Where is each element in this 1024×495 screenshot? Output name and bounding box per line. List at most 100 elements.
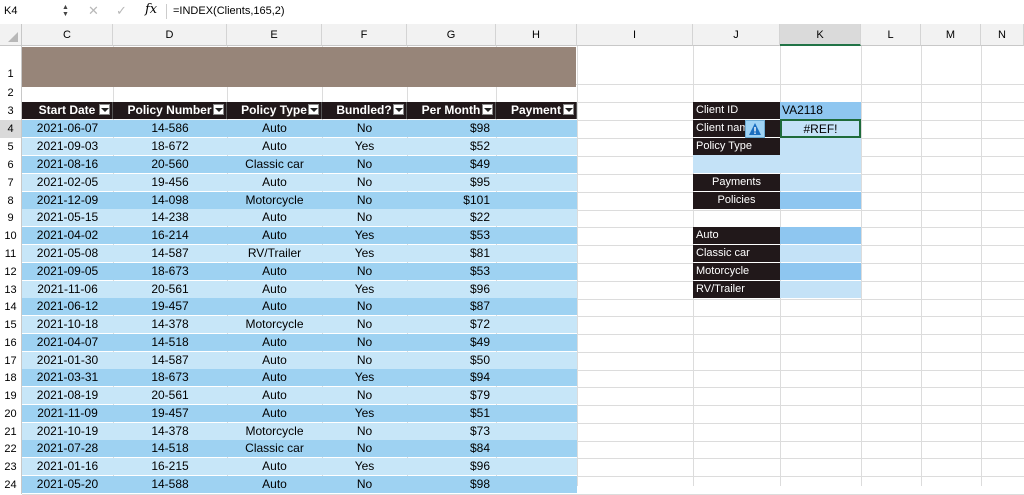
policy-number-cell[interactable]: 14-587: [113, 352, 227, 369]
header-per-month[interactable]: Per Month: [407, 102, 496, 119]
enter-icon[interactable]: ✓: [116, 3, 127, 19]
column-header-j[interactable]: J: [693, 24, 780, 46]
policy-type-cell[interactable]: Auto: [227, 458, 322, 475]
policy-number-cell[interactable]: 18-672: [113, 138, 227, 155]
bundled-cell[interactable]: Yes: [322, 369, 407, 386]
bundled-cell[interactable]: Yes: [322, 138, 407, 155]
filter-dropdown-icon[interactable]: [99, 104, 110, 115]
formula-input[interactable]: =INDEX(Clients,165,2): [173, 3, 285, 19]
row-header-18[interactable]: 18: [0, 369, 22, 387]
column-header-l[interactable]: L: [861, 24, 921, 46]
error-warning-icon[interactable]: [745, 120, 765, 138]
policy-type-cell[interactable]: Auto: [227, 352, 322, 369]
payment-cell[interactable]: [496, 209, 577, 226]
policy-number-cell[interactable]: 19-457: [113, 405, 227, 422]
policy-number-cell[interactable]: 19-456: [113, 174, 227, 191]
filter-dropdown-icon[interactable]: [213, 104, 224, 115]
policy-type-cell[interactable]: RV/Trailer: [227, 245, 322, 262]
column-header-f[interactable]: F: [322, 24, 407, 46]
type-rv-trailer-value[interactable]: [780, 281, 861, 298]
bundled-cell[interactable]: Yes: [322, 227, 407, 244]
policy-type-cell[interactable]: Classic car: [227, 156, 322, 173]
row-header-16[interactable]: 16: [0, 334, 22, 352]
client-id-input[interactable]: VA2118: [780, 102, 861, 119]
row-header-1[interactable]: 1: [0, 46, 22, 84]
payment-cell[interactable]: [496, 334, 577, 351]
payment-cell[interactable]: [496, 192, 577, 209]
per-month-cell[interactable]: $95: [407, 174, 496, 191]
per-month-cell[interactable]: $53: [407, 227, 496, 244]
start-date-cell[interactable]: 2021-11-09: [22, 405, 113, 422]
per-month-cell[interactable]: $79: [407, 387, 496, 404]
policy-type-cell[interactable]: Motorcycle: [227, 423, 322, 440]
payment-cell[interactable]: [496, 352, 577, 369]
per-month-cell[interactable]: $101: [407, 192, 496, 209]
per-month-cell[interactable]: $72: [407, 316, 496, 333]
per-month-cell[interactable]: $49: [407, 156, 496, 173]
policy-type-cell[interactable]: Auto: [227, 263, 322, 280]
start-date-cell[interactable]: 2021-09-03: [22, 138, 113, 155]
policy-type-cell[interactable]: Motorcycle: [227, 192, 322, 209]
policy-type-cell[interactable]: Auto: [227, 298, 322, 315]
row-header-24[interactable]: 24: [0, 476, 22, 494]
header-policy-type[interactable]: Policy Type: [227, 102, 322, 119]
column-header-h[interactable]: H: [496, 24, 577, 46]
bundled-cell[interactable]: No: [322, 476, 407, 493]
filter-dropdown-icon[interactable]: [563, 104, 574, 115]
name-box[interactable]: K4: [4, 3, 60, 19]
insert-function-icon[interactable]: fx: [145, 2, 157, 18]
payment-cell[interactable]: [496, 458, 577, 475]
start-date-cell[interactable]: 2021-08-19: [22, 387, 113, 404]
row-header-6[interactable]: 6: [0, 156, 22, 174]
per-month-cell[interactable]: $53: [407, 263, 496, 280]
per-month-cell[interactable]: $49: [407, 334, 496, 351]
bundled-cell[interactable]: No: [322, 209, 407, 226]
per-month-cell[interactable]: $84: [407, 440, 496, 457]
policy-number-cell[interactable]: 19-457: [113, 298, 227, 315]
policy-number-cell[interactable]: 20-561: [113, 281, 227, 298]
row-header-22[interactable]: 22: [0, 440, 22, 458]
payment-cell[interactable]: [496, 227, 577, 244]
client-name-value[interactable]: #REF!: [780, 119, 861, 138]
column-header-k[interactable]: K: [780, 24, 861, 46]
payment-cell[interactable]: [496, 120, 577, 137]
start-date-cell[interactable]: 2021-11-06: [22, 281, 113, 298]
row-header-11[interactable]: 11: [0, 245, 22, 263]
start-date-cell[interactable]: 2021-05-15: [22, 209, 113, 226]
start-date-cell[interactable]: 2021-10-18: [22, 316, 113, 333]
start-date-cell[interactable]: 2021-07-28: [22, 440, 113, 457]
bundled-cell[interactable]: No: [322, 120, 407, 137]
payment-cell[interactable]: [496, 263, 577, 280]
policy-number-cell[interactable]: 14-518: [113, 440, 227, 457]
bundled-cell[interactable]: No: [322, 298, 407, 315]
policy-type-cell[interactable]: Auto: [227, 281, 322, 298]
row-header-3[interactable]: 3: [0, 102, 22, 120]
per-month-cell[interactable]: $98: [407, 476, 496, 493]
bundled-cell[interactable]: No: [322, 334, 407, 351]
per-month-cell[interactable]: $52: [407, 138, 496, 155]
payment-cell[interactable]: [496, 405, 577, 422]
name-box-arrows-icon[interactable]: ▲ ▼: [62, 4, 69, 18]
policy-number-cell[interactable]: 14-238: [113, 209, 227, 226]
per-month-cell[interactable]: $98: [407, 120, 496, 137]
row-header-10[interactable]: 10: [0, 227, 22, 245]
policy-number-cell[interactable]: 18-673: [113, 263, 227, 280]
payments-value[interactable]: [780, 174, 861, 191]
filter-dropdown-icon[interactable]: [308, 104, 319, 115]
policy-type-cell[interactable]: Motorcycle: [227, 316, 322, 333]
start-date-cell[interactable]: 2021-04-02: [22, 227, 113, 244]
bundled-cell[interactable]: No: [322, 156, 407, 173]
row-header-17[interactable]: 17: [0, 352, 22, 370]
bundled-cell[interactable]: Yes: [322, 405, 407, 422]
payment-cell[interactable]: [496, 138, 577, 155]
row-header-8[interactable]: 8: [0, 192, 22, 210]
policy-number-cell[interactable]: 16-214: [113, 227, 227, 244]
policy-number-cell[interactable]: 20-560: [113, 156, 227, 173]
select-all-corner[interactable]: [0, 24, 22, 46]
header-start-date[interactable]: Start Date: [22, 102, 113, 119]
per-month-cell[interactable]: $96: [407, 458, 496, 475]
policy-type-cell[interactable]: Auto: [227, 209, 322, 226]
column-header-n[interactable]: N: [981, 24, 1024, 46]
start-date-cell[interactable]: 2021-03-31: [22, 369, 113, 386]
bundled-cell[interactable]: Yes: [322, 245, 407, 262]
